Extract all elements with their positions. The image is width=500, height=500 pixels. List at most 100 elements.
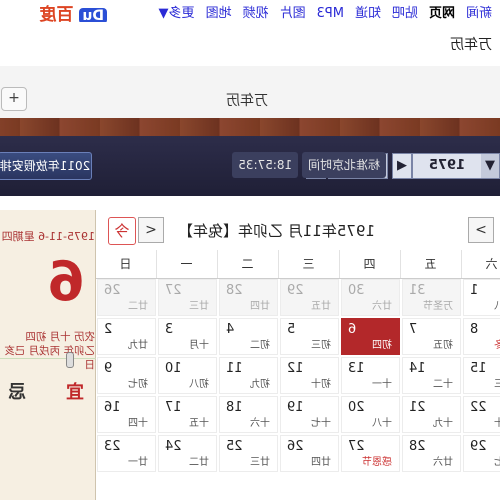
add-tab-button[interactable]: + [1,87,27,111]
day-cell[interactable]: 21 十九 [402,396,461,433]
nav-link[interactable]: 图片 [280,6,306,21]
day-number: 10 [165,361,182,376]
year-select[interactable]: ▼ 1975 [412,153,500,179]
day-cell[interactable]: 6 初四 [341,318,400,355]
next-month-button[interactable]: > [468,217,494,243]
nav-links: 新闻网页贴吧知道 MP3 图片视频地图更多▼ [148,2,492,21]
nav-link[interactable]: 地图 [206,6,232,21]
day-cell[interactable]: 24 廿二 [158,435,217,472]
day-number: 19 [287,400,304,415]
day-cell[interactable]: 20 十八 [341,396,400,433]
lunar-day: 十六 [250,418,270,429]
day-cell[interactable]: 16 十四 [97,396,156,433]
wood-strip [0,118,500,136]
nav-link[interactable]: 新闻 [466,6,492,21]
weekday-label: 日 [95,250,157,278]
day-cell[interactable]: 26 廿四 [280,435,339,472]
lunar-line-1: 农历 十月 初四 [25,331,95,343]
day-cell[interactable]: 27 廿三 [158,279,217,316]
nav-link[interactable]: 视频 [243,6,269,21]
day-cell[interactable]: 9 初七 [97,357,156,394]
day-cell[interactable]: 1 廿八 [463,279,500,316]
day-cell[interactable]: 2 廿九 [97,318,156,355]
day-cell[interactable]: 5 初三 [280,318,339,355]
day-cell[interactable]: 18 十六 [219,396,278,433]
date-card: 1975-11-6 星期四 6 农历 十月 初四 乙卯年 丙戌月 己亥日 [0,210,96,500]
day-cell[interactable]: 7 初五 [402,318,461,355]
nav-link[interactable]: 网页 [429,6,455,21]
day-cell[interactable]: 29 廿五 [280,279,339,316]
today-button[interactable]: 今 [108,217,136,245]
day-cell[interactable]: 28 廿六 [402,435,461,472]
lunar-day: 十四 [128,418,148,429]
day-cell[interactable]: 19 十七 [280,396,339,433]
day-cell[interactable]: 23 廿一 [97,435,156,472]
lunar-day: 初九 [250,379,270,390]
lunar-day: 十一 [372,379,392,390]
day-cell[interactable]: 26 廿二 [97,279,156,316]
day-number: 2 [104,322,113,337]
day-cell[interactable]: 17 十五 [158,396,217,433]
day-cell[interactable]: 29 廿七 [463,435,500,472]
result-title[interactable]: 万年历 [450,34,492,54]
nav-link[interactable]: 知道 [355,6,381,21]
day-cell[interactable]: 10 初八 [158,357,217,394]
lunar-day: 十七 [311,418,331,429]
day-cell[interactable]: 15 十三 [463,357,500,394]
lunar-day: 十三 [494,375,500,390]
day-cell[interactable]: 12 初十 [280,357,339,394]
day-number: 5 [287,322,296,337]
nav-link[interactable]: 贴吧 [392,6,418,21]
nav-link[interactable]: MP3 [317,6,344,21]
nav-link[interactable]: 更多▼ [159,6,195,21]
day-cell[interactable]: 27 感恩节 [341,435,400,472]
day-cell[interactable]: 8 立冬 [463,318,500,355]
std-time-label: 标准北京时间 [301,152,386,178]
day-number: 28 [226,283,243,298]
day-number: 3 [165,322,174,337]
holiday-schedule-button[interactable]: 2011年放假安排 [0,152,92,180]
day-number: 15 [470,361,487,376]
clock: 18:57:35 [232,152,299,178]
card-ji: 忌 [8,382,26,403]
day-cell[interactable]: 13 十一 [341,357,400,394]
weekday-label: 六 [461,250,500,278]
app-title: 万年历 [226,93,268,109]
day-number: 26 [104,283,121,298]
day-number: 4 [226,322,235,337]
day-cell[interactable]: 11 初九 [219,357,278,394]
baidu-logo[interactable]: Du 百度 [0,0,110,25]
day-cell[interactable]: 30 廿六 [341,279,400,316]
lunar-day: 十八 [372,418,392,429]
day-number: 25 [226,439,243,454]
lunar-day: 廿六 [433,457,453,468]
day-cell[interactable]: 28 廿四 [219,279,278,316]
lunar-day: 廿二 [128,301,148,312]
calendar-title: 1975年11月 乙卯年【兔年】 [177,222,375,240]
chevron-down-icon: ▼ [481,154,499,178]
day-number: 21 [409,400,426,415]
day-cell[interactable]: 31 万圣节 [402,279,461,316]
day-cell[interactable]: 22 二十 [463,396,500,433]
weekday-label: 五 [400,250,462,278]
day-number: 23 [104,439,121,454]
app-tab-bar: 万年历 + [0,66,500,119]
lunar-day: 廿九 [128,340,148,351]
prev-month-button[interactable]: < [138,217,164,243]
day-number: 17 [165,400,182,415]
month-prev-button[interactable]: ◀ [392,153,412,179]
time-display: 标准北京时间 18:57:35 [200,152,386,178]
card-day-number: 6 [47,250,85,313]
lunar-day: 初二 [250,340,270,351]
day-number: 24 [165,439,182,454]
day-cell[interactable]: 3 十月 [158,318,217,355]
lunar-day: 十五 [189,418,209,429]
lunar-day: 廿四 [250,301,270,312]
day-cell[interactable]: 4 初二 [219,318,278,355]
day-cell[interactable]: 25 廿三 [219,435,278,472]
weekday-label: 四 [339,250,401,278]
lunar-day: 初五 [433,340,453,351]
day-cell[interactable]: 14 十二 [402,357,461,394]
lunar-day: 二十 [494,414,500,429]
day-number: 28 [409,439,426,454]
